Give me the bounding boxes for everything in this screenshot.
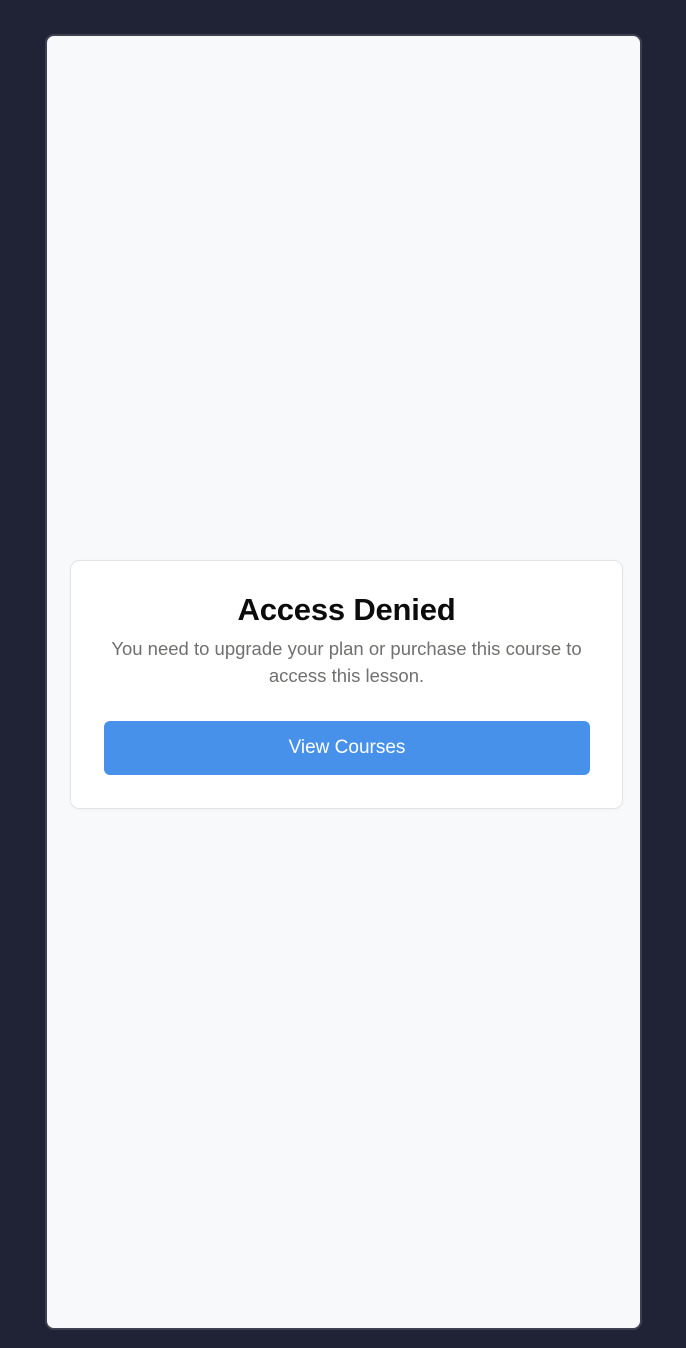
view-courses-button[interactable]: View Courses — [104, 721, 590, 775]
access-denied-card: Access Denied You need to upgrade your p… — [70, 560, 623, 809]
app-screen: Access Denied You need to upgrade your p… — [45, 34, 642, 1330]
access-denied-title: Access Denied — [237, 592, 456, 627]
access-denied-message: You need to upgrade your plan or purchas… — [111, 638, 582, 686]
